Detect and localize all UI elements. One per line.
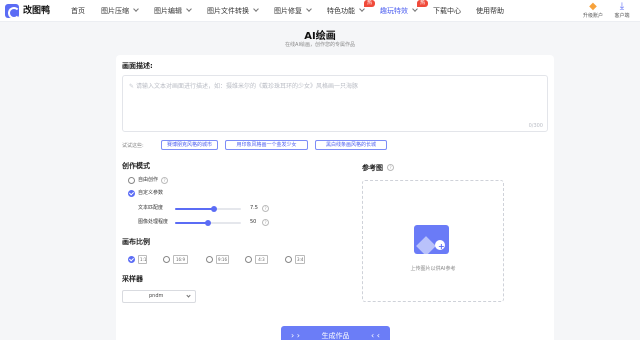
reference-upload-area[interactable]: + 上传图片以供AI参考 (362, 180, 504, 302)
nav-label: 趣玩特效 (380, 7, 408, 15)
free-mode-radio[interactable] (128, 177, 135, 184)
custom-params-radio[interactable] (128, 190, 135, 197)
char-counter: 0/300 (528, 123, 543, 129)
prompt-placeholder: ✎ 请输入文本对画面进行描述，如：摄维米尔的《戴珍珠耳环的少女》风格画一只海豚 (129, 81, 358, 90)
chevron-down-icon (306, 6, 312, 12)
mode-label: 创作模式 (122, 162, 150, 170)
suggestion-chip[interactable]: 用印象风格画一个金发少女 (225, 140, 308, 150)
ratio-radio-1-1[interactable] (128, 256, 135, 263)
nav-item-download[interactable]: 下载中心 (433, 7, 461, 16)
plus-icon: + (438, 242, 445, 251)
top-navbar: 改图鸭 首页 图片压缩 图片编辑 图片文件转换 图片修复 特色功能热 趣玩特效热… (0, 0, 640, 22)
help-icon[interactable]: ? (161, 177, 168, 184)
nav-item-convert[interactable]: 图片文件转换 (207, 6, 259, 16)
chevron-down-icon (186, 6, 192, 12)
free-mode-label: 自由创作 (138, 177, 159, 183)
chevron-down-icon (133, 6, 139, 12)
image-degree-slider[interactable] (175, 220, 241, 226)
prompt-textarea[interactable]: ✎ 请输入文本对画面进行描述，如：摄维米尔的《戴珍珠耳环的少女》风格画一只海豚 … (122, 75, 548, 132)
brand-name: 改图鸭 (23, 6, 51, 16)
logo-icon (5, 4, 20, 19)
nav-label: 首页 (71, 7, 85, 15)
pencil-icon: ✎ (129, 83, 135, 90)
nav-label: 下载中心 (433, 7, 461, 15)
nav-item-compress[interactable]: 图片压缩 (101, 6, 139, 16)
nav-label: 使用帮助 (476, 7, 504, 15)
generate-button[interactable]: › › 生成作品 ‹ ‹ (281, 326, 390, 340)
nav-item-help[interactable]: 使用帮助 (476, 7, 504, 16)
upload-hint: 上传图片以供AI参考 (410, 266, 456, 272)
slider-handle[interactable] (210, 206, 217, 212)
ratio-4-3[interactable]: 4:3 (255, 255, 268, 264)
ratio-radio-3-4[interactable] (285, 256, 292, 263)
custom-params-label: 自定义参数 (138, 190, 164, 196)
slider-handle[interactable] (205, 220, 211, 226)
help-icon[interactable]: ? (262, 219, 269, 226)
image-degree-label: 图像处理程度 (138, 219, 169, 225)
ratio-16-9[interactable]: 16:9 (173, 255, 188, 264)
diamond-icon: ◆ (589, 1, 597, 12)
chevron-down-icon (412, 6, 418, 12)
double-chevron-right-icon: › › (291, 331, 300, 340)
page-subtitle: 在线AI绘画，创作您的专属作品 (285, 42, 355, 48)
ratio-9-16[interactable]: 9:16 (216, 255, 229, 264)
nav-label: 图片编辑 (154, 7, 182, 15)
download-icon: ⤓ (619, 1, 625, 12)
nav-label: 图片压缩 (101, 7, 129, 15)
text-match-slider[interactable] (175, 206, 241, 212)
hot-badge: 热 (364, 0, 375, 7)
placeholder-text: 请输入文本对画面进行描述，如：摄维米尔的《戴珍珠耳环的少女》风格画一只海豚 (135, 83, 358, 90)
suggestion-chip[interactable]: 赛博朋克风格的城市 (161, 140, 218, 150)
chevron-down-icon (253, 6, 259, 12)
nav-item-features[interactable]: 特色功能 热 (327, 0, 375, 16)
slider-fill (175, 208, 214, 210)
ratio-radio-4-3[interactable] (245, 256, 252, 263)
chevron-down-icon (359, 6, 365, 12)
nav-label: 图片修复 (274, 7, 302, 15)
sampler-value: pndm (149, 293, 164, 299)
upgrade-label: 升级账户 (582, 13, 603, 19)
brand-logo[interactable]: 改图鸭 (5, 4, 51, 19)
chevron-down-icon (186, 293, 191, 298)
sampler-select[interactable]: pndm (122, 290, 196, 303)
page-title: AI绘画 (304, 31, 336, 42)
client-label: 客户端 (614, 13, 630, 19)
help-icon[interactable]: ? (387, 164, 394, 171)
slider-fill (175, 222, 208, 224)
hot-badge: 热 (417, 0, 428, 7)
text-match-value: 7.5 (250, 205, 258, 211)
client-download-button[interactable]: ⤓ 客户端 (607, 1, 637, 19)
suggestion-chip[interactable]: 黑白线条画风格的长城 (315, 140, 387, 150)
nav-label: 图片文件转换 (207, 7, 249, 15)
help-icon[interactable]: ? (262, 205, 269, 212)
reference-label-text: 参考图 (362, 164, 383, 172)
ratio-1-1[interactable]: 1:1 (138, 255, 147, 264)
sampler-label: 采样器 (122, 275, 143, 283)
generate-label: 生成作品 (321, 332, 350, 340)
double-chevron-left-icon: ‹ ‹ (371, 331, 380, 340)
upgrade-account-button[interactable]: ◆ 升级账户 (578, 1, 608, 19)
nav-item-repair[interactable]: 图片修复 (274, 6, 312, 16)
ratio-label: 画布比例 (122, 238, 150, 246)
nav-label: 特色功能 (327, 7, 355, 15)
image-degree-value: 50 (250, 219, 257, 225)
nav-item-fun-effects[interactable]: 趣玩特效 热 (380, 0, 428, 16)
nav-item-home[interactable]: 首页 (71, 7, 85, 16)
ratio-3-4[interactable]: 3:4 (295, 255, 305, 264)
ratio-radio-16-9[interactable] (163, 256, 170, 263)
nav-item-edit[interactable]: 图片编辑 (154, 6, 192, 16)
prompt-label: 画面描述: (122, 62, 153, 70)
reference-label: 参考图 (362, 163, 383, 173)
ai-painting-panel: 画面描述: ✎ 请输入文本对画面进行描述，如：摄维米尔的《戴珍珠耳环的少女》风格… (116, 55, 554, 340)
text-match-label: 文本匹配度 (138, 205, 164, 211)
ratio-radio-9-16[interactable] (206, 256, 213, 263)
try-these-label: 试试这些: (122, 143, 144, 149)
